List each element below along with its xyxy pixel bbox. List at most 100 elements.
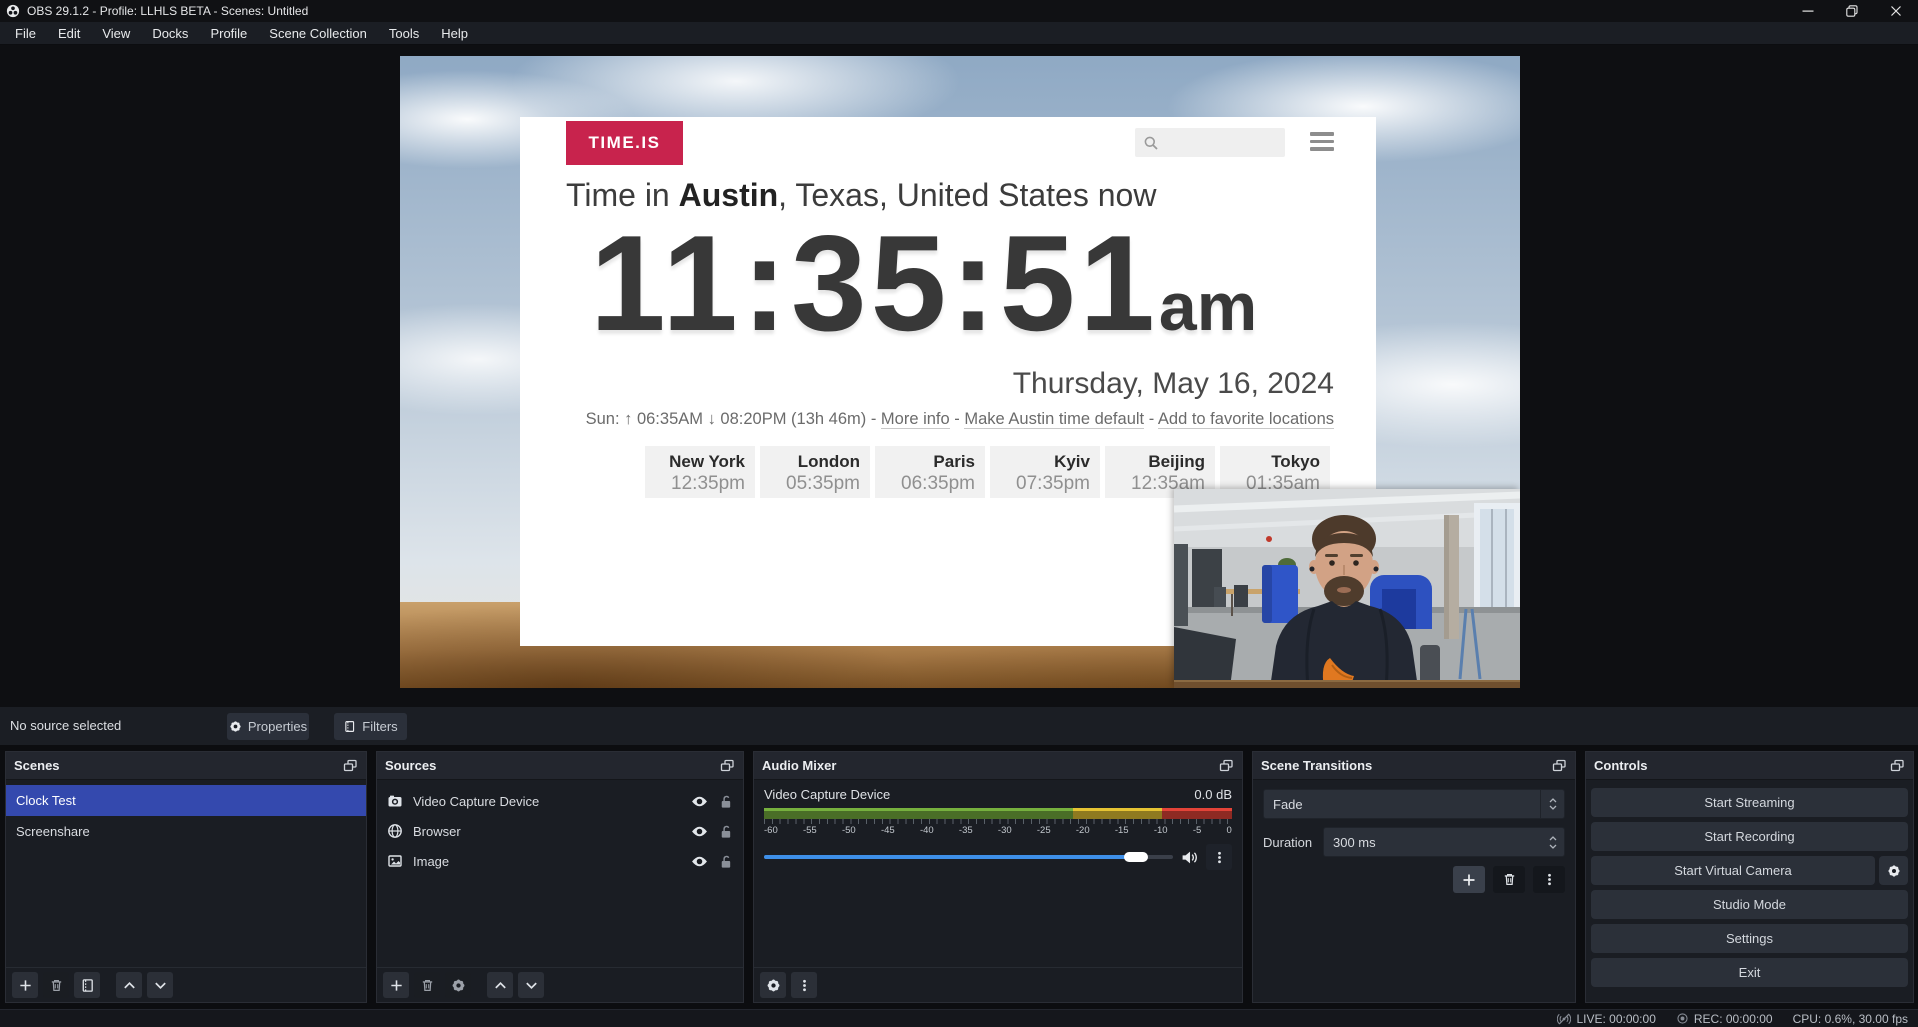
trash-icon bbox=[1502, 872, 1517, 887]
trash-icon bbox=[420, 978, 435, 993]
transitions-dock-title: Scene Transitions bbox=[1261, 758, 1552, 773]
source-row-image[interactable]: Image bbox=[377, 846, 743, 876]
chevron-down-icon bbox=[1549, 805, 1557, 810]
program-canvas[interactable]: TIME.IS Time in Austin, Texas, United St… bbox=[400, 56, 1520, 688]
lock-icon[interactable] bbox=[718, 794, 733, 809]
scenes-dock-title: Scenes bbox=[14, 758, 343, 773]
clock-display: 11:35:51am bbox=[590, 205, 1257, 361]
scene-up-button[interactable] bbox=[116, 972, 142, 998]
transition-menu-button[interactable] bbox=[1533, 866, 1565, 893]
source-up-button[interactable] bbox=[487, 972, 513, 998]
add-source-button[interactable] bbox=[383, 972, 409, 998]
add-scene-button[interactable] bbox=[12, 972, 38, 998]
menu-docks[interactable]: Docks bbox=[141, 22, 199, 45]
remove-source-button[interactable] bbox=[414, 972, 440, 998]
kebab-icon bbox=[1542, 872, 1557, 887]
mixer-menu-button[interactable] bbox=[791, 972, 817, 998]
start-streaming-button[interactable]: Start Streaming bbox=[1591, 788, 1908, 817]
menu-edit[interactable]: Edit bbox=[47, 22, 91, 45]
chevron-down-icon[interactable] bbox=[1549, 844, 1557, 849]
chevron-up-icon[interactable] bbox=[1549, 836, 1557, 841]
lock-icon[interactable] bbox=[718, 824, 733, 839]
audio-mixer-dock-header: Audio Mixer bbox=[754, 752, 1242, 780]
menubar: File Edit View Docks Profile Scene Colle… bbox=[0, 22, 1918, 45]
chevron-up-icon bbox=[1549, 798, 1557, 803]
scene-item-screenshare[interactable]: Screenshare bbox=[6, 816, 366, 847]
obs-logo-icon bbox=[6, 4, 20, 18]
advanced-audio-button[interactable] bbox=[760, 972, 786, 998]
source-row-browser[interactable]: Browser bbox=[377, 816, 743, 846]
remove-transition-button[interactable] bbox=[1493, 866, 1525, 893]
add-transition-button[interactable] bbox=[1453, 866, 1485, 893]
eye-icon[interactable] bbox=[691, 793, 708, 810]
properties-button[interactable]: Properties bbox=[227, 713, 309, 740]
gear-icon bbox=[766, 978, 781, 993]
add-favorite-link: Add to favorite locations bbox=[1158, 410, 1334, 429]
scene-filters-button[interactable] bbox=[74, 972, 100, 998]
scenes-dock: Scenes Clock Test Screenshare bbox=[5, 751, 367, 1003]
source-down-button[interactable] bbox=[518, 972, 544, 998]
trash-icon bbox=[49, 978, 64, 993]
audio-mixer-dock-title: Audio Mixer bbox=[762, 758, 1219, 773]
volume-meter: -60-55-50-45-40-35-30-25-20-15-10-50 bbox=[764, 808, 1232, 836]
menu-view[interactable]: View bbox=[91, 22, 141, 45]
duration-label: Duration bbox=[1263, 835, 1315, 850]
kebab-icon bbox=[1212, 850, 1227, 865]
menu-file[interactable]: File bbox=[4, 22, 47, 45]
studio-mode-button[interactable]: Studio Mode bbox=[1591, 890, 1908, 919]
menu-profile[interactable]: Profile bbox=[199, 22, 258, 45]
start-virtual-camera-button[interactable]: Start Virtual Camera bbox=[1591, 856, 1875, 885]
gear-icon bbox=[229, 720, 242, 733]
close-button[interactable] bbox=[1874, 0, 1918, 22]
source-properties-button[interactable] bbox=[445, 972, 471, 998]
popout-icon[interactable] bbox=[1219, 759, 1234, 772]
chevron-down-icon bbox=[153, 978, 168, 993]
remove-scene-button[interactable] bbox=[43, 972, 69, 998]
lock-icon[interactable] bbox=[718, 854, 733, 869]
status-bar: LIVE: 00:00:00 REC: 00:00:00 CPU: 0.6%, … bbox=[0, 1009, 1918, 1027]
volume-slider[interactable] bbox=[764, 851, 1173, 863]
transition-select[interactable]: Fade bbox=[1263, 789, 1565, 819]
mixer-channel-menu-button[interactable] bbox=[1206, 844, 1232, 870]
dock-area: Scenes Clock Test Screenshare Sources bbox=[0, 745, 1918, 1009]
popout-icon[interactable] bbox=[1890, 759, 1905, 772]
settings-button[interactable]: Settings bbox=[1591, 924, 1908, 953]
camera-icon bbox=[387, 793, 403, 809]
speaker-icon[interactable] bbox=[1181, 849, 1198, 866]
exit-button[interactable]: Exit bbox=[1591, 958, 1908, 987]
volume-slider-handle[interactable] bbox=[1124, 852, 1148, 862]
start-recording-button[interactable]: Start Recording bbox=[1591, 822, 1908, 851]
source-row-video-capture[interactable]: Video Capture Device bbox=[377, 786, 743, 816]
scenes-toolbar bbox=[6, 967, 366, 1002]
filters-button[interactable]: Filters bbox=[334, 713, 407, 740]
cpu-fps-stats: CPU: 0.6%, 30.00 fps bbox=[1793, 1012, 1908, 1026]
popout-icon[interactable] bbox=[1552, 759, 1567, 772]
gear-icon bbox=[451, 978, 466, 993]
city-card: Paris06:35pm bbox=[875, 446, 985, 498]
virtual-camera-config-button[interactable] bbox=[1879, 856, 1908, 885]
minimize-button[interactable] bbox=[1786, 0, 1830, 22]
menu-tools[interactable]: Tools bbox=[378, 22, 430, 45]
chevron-up-icon bbox=[493, 978, 508, 993]
gear-icon bbox=[1887, 864, 1901, 878]
duration-spinbox[interactable]: 300 ms bbox=[1323, 827, 1565, 857]
sources-dock-title: Sources bbox=[385, 758, 720, 773]
menu-help[interactable]: Help bbox=[430, 22, 479, 45]
preview-area[interactable]: TIME.IS Time in Austin, Texas, United St… bbox=[0, 45, 1918, 707]
mixer-toolbar bbox=[754, 967, 1242, 1002]
scene-down-button[interactable] bbox=[147, 972, 173, 998]
filter-icon bbox=[80, 978, 95, 993]
scene-item-clock-test[interactable]: Clock Test bbox=[6, 785, 366, 816]
eye-icon[interactable] bbox=[691, 853, 708, 870]
search-input bbox=[1135, 128, 1285, 157]
sun-info-line: Sun: ↑ 06:35AM ↓ 08:20PM (13h 46m) - Mor… bbox=[586, 410, 1334, 429]
menu-scene-collection[interactable]: Scene Collection bbox=[258, 22, 378, 45]
popout-icon[interactable] bbox=[343, 759, 358, 772]
image-icon bbox=[387, 853, 403, 869]
popout-icon[interactable] bbox=[720, 759, 735, 772]
source-toolbar: No source selected Properties Filters bbox=[0, 707, 1918, 745]
restore-button[interactable] bbox=[1830, 0, 1874, 22]
controls-dock-title: Controls bbox=[1594, 758, 1890, 773]
eye-icon[interactable] bbox=[691, 823, 708, 840]
webcam-video-source bbox=[1174, 489, 1520, 688]
